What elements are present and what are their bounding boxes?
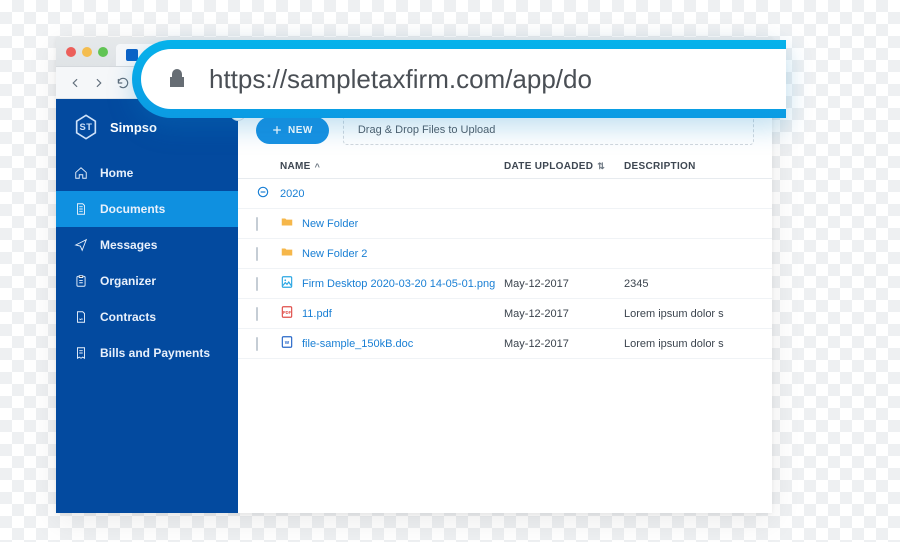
sort-icon: ⇅	[597, 161, 605, 172]
new-button-label: NEW	[288, 125, 313, 136]
folder-icon	[280, 215, 294, 232]
column-name[interactable]: NAME ^	[280, 161, 504, 172]
row-name: 11.pdf	[302, 308, 332, 320]
documents-icon	[74, 202, 88, 216]
folder-icon	[280, 245, 294, 262]
row-date: May-12-2017	[504, 278, 624, 290]
column-date-uploaded[interactable]: DATE UPLOADED ⇅	[504, 161, 624, 172]
sidebar-item-documents[interactable]: Documents	[56, 191, 238, 227]
window-controls	[66, 47, 108, 57]
sidebar-item-label: Documents	[100, 202, 165, 216]
row-checkbox[interactable]	[256, 247, 258, 261]
sidebar-item-contracts[interactable]: Contracts	[56, 299, 238, 335]
row-description: 2345	[624, 278, 754, 290]
pdf-file-icon: PDF	[280, 305, 294, 322]
table-body: 2020 New Folder New Folder 2 Firm Desktop 2…	[238, 179, 772, 359]
lock-icon	[165, 67, 189, 91]
plus-icon	[272, 125, 282, 135]
organizer-icon	[74, 274, 88, 288]
address-bar[interactable]: https://sampletaxfirm.com/app/do	[141, 49, 786, 109]
sidebar-item-home[interactable]: Home	[56, 155, 238, 191]
sidebar-item-bills[interactable]: Bills and Payments	[56, 335, 238, 371]
main-panel: NEW Drag & Drop Files to Upload NAME ^ D…	[238, 99, 772, 513]
row-date: May-12-2017	[504, 308, 624, 320]
app-shell: ST Simpso Home Documents Messages Organizer…	[56, 99, 772, 513]
table-row[interactable]: Firm Desktop 2020-03-20 14-05-01.png May-…	[238, 269, 772, 299]
row-name: file-sample_150kB.doc	[302, 338, 413, 350]
new-button[interactable]: NEW	[256, 117, 329, 144]
sidebar-item-label: Messages	[100, 238, 157, 252]
sidebar: ST Simpso Home Documents Messages Organizer…	[56, 99, 238, 513]
row-checkbox[interactable]	[256, 277, 258, 291]
row-date: May-12-2017	[504, 338, 624, 350]
sidebar-item-label: Bills and Payments	[100, 346, 210, 360]
messages-icon	[74, 238, 88, 252]
table-header: NAME ^ DATE UPLOADED ⇅ DESCRIPTION	[238, 155, 772, 179]
collapse-group-icon[interactable]	[256, 190, 270, 202]
sidebar-item-organizer[interactable]: Organizer	[56, 263, 238, 299]
brand-name: Simpso	[110, 120, 157, 135]
sidebar-item-label: Home	[100, 166, 133, 180]
table-row[interactable]: 2020	[238, 179, 772, 209]
row-name: 2020	[280, 188, 304, 200]
forward-icon[interactable]	[92, 76, 106, 90]
row-name: New Folder 2	[302, 248, 367, 260]
brand-badge-text: ST	[79, 122, 92, 132]
upload-dropzone[interactable]: Drag & Drop Files to Upload	[343, 115, 754, 145]
back-icon[interactable]	[68, 76, 82, 90]
row-checkbox[interactable]	[256, 337, 258, 351]
contracts-icon	[74, 310, 88, 324]
minimize-window-icon[interactable]	[82, 47, 92, 57]
doc-file-icon: W	[280, 335, 294, 352]
row-name: New Folder	[302, 218, 358, 230]
home-icon	[74, 166, 88, 180]
table-row[interactable]: New Folder 2	[238, 239, 772, 269]
svg-text:PDF: PDF	[283, 310, 292, 315]
address-bar-overlay: https://sampletaxfirm.com/app/do	[132, 40, 786, 118]
sidebar-nav: Home Documents Messages Organizer Contracts B…	[56, 155, 238, 371]
row-checkbox[interactable]	[256, 217, 258, 231]
sidebar-item-label: Organizer	[100, 274, 156, 288]
column-description[interactable]: DESCRIPTION	[624, 161, 754, 172]
row-description: Lorem ipsum dolor s	[624, 308, 754, 320]
dropzone-hint: Drag & Drop Files to Upload	[358, 124, 496, 136]
sidebar-item-label: Contracts	[100, 310, 156, 324]
sidebar-item-messages[interactable]: Messages	[56, 227, 238, 263]
reload-icon[interactable]	[116, 76, 130, 90]
row-description: Lorem ipsum dolor s	[624, 338, 754, 350]
address-url: https://sampletaxfirm.com/app/do	[209, 64, 592, 95]
maximize-window-icon[interactable]	[98, 47, 108, 57]
svg-text:W: W	[285, 340, 290, 345]
row-checkbox[interactable]	[256, 307, 258, 321]
png-file-icon	[280, 275, 294, 292]
table-row[interactable]: New Folder	[238, 209, 772, 239]
table-row[interactable]: Wfile-sample_150kB.doc May-12-2017Lorem i…	[238, 329, 772, 359]
sort-asc-icon: ^	[315, 162, 321, 172]
table-row[interactable]: PDF 11.pdf May-12-2017Lorem ipsum dolor s	[238, 299, 772, 329]
brand-hexagon-icon: ST	[72, 113, 100, 141]
bills-icon	[74, 346, 88, 360]
row-name: Firm Desktop 2020-03-20 14-05-01.png	[302, 278, 495, 290]
close-window-icon[interactable]	[66, 47, 76, 57]
